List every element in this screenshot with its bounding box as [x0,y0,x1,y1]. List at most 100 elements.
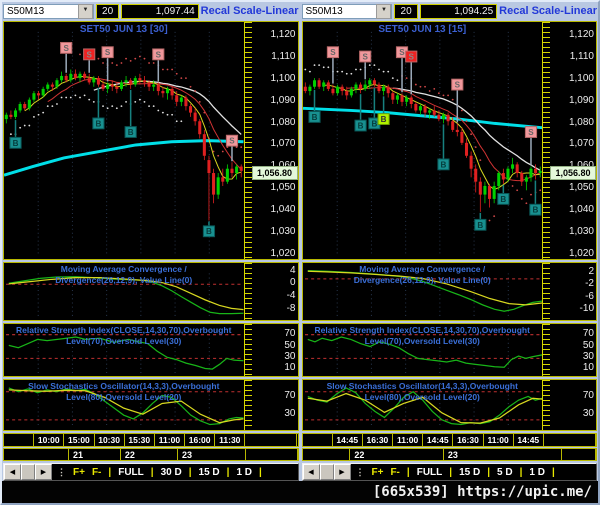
scroll-right-icon[interactable]: ▶ [333,464,351,480]
price-plot-area[interactable]: SET50 JUN 13 [15] SSSSSSBBBBBBBB [302,22,542,259]
date-axis-row: 21 22 23 [3,448,299,462]
rsi-panel: Relative Strength Index(CLOSE,14,30,70),… [301,323,597,378]
price-axis: 1,1201,1101,1001,0901,0801,0701,0601,050… [251,22,298,259]
chevron-down-icon[interactable]: ▼ [77,3,93,19]
scroll-left-icon[interactable]: ◀ [302,464,320,480]
price-tick-label: 1,040 [270,204,296,216]
panel-header: S50M13 ▼ 20 1,097.44 Recal Scale-Linear [3,3,299,20]
svg-text:B: B [440,160,446,169]
svg-text:S: S [399,48,405,57]
horizontal-scrollbar[interactable]: ◀ ▶ [302,464,351,480]
range-button-f+[interactable]: F+ [372,467,384,478]
time-cell [245,433,298,447]
price-chart: SET50 JUN 13 [30] SSSSSBBBB 1,120 1,110 1,… [3,20,299,261]
range-button-30d[interactable]: 30 D [161,467,182,478]
price-plot-area[interactable]: SET50 JUN 13 [30] SSSSSBBBB [4,22,244,259]
stochastics-axis: 70 30 [550,380,596,429]
menu-separator: | [519,466,523,478]
rsi-axis: 70 50 30 10 [252,324,298,376]
scrollbar-thumb[interactable] [319,464,334,480]
rsi-canvas [6,334,244,374]
scrollbar-thumb[interactable] [21,464,35,480]
range-button-1d[interactable]: 1 D [236,467,252,478]
price-tick-label: 1,080 [270,116,296,128]
time-cell [544,433,596,447]
range-button-f-[interactable]: F- [92,467,101,478]
price-tick-label: 1,090 [568,94,594,106]
grip-icon: ⋮ [57,466,66,477]
menu-separator: | [406,466,410,478]
stochastics-plot-area: Slow Stochastics Oscillator(14,3,3),Over… [4,380,244,429]
stochastics-canvas [304,387,542,427]
candlestick-canvas: S S S S S B B B B [4,31,244,257]
svg-text:S: S [105,48,111,57]
range-button-15d[interactable]: 15 D [199,467,220,478]
range-button-1d[interactable]: 1 D [529,467,545,478]
svg-text:S: S [229,136,235,145]
scroll-left-icon[interactable]: ◀ [4,464,21,480]
panel-header: S50M13 ▼ 20 1,094.25 Recal Scale-Linear [301,3,597,20]
time-cell: 14:45 [333,433,363,447]
sell-signal-marker: S [524,125,537,138]
scroll-right-icon[interactable]: ▶ [35,464,52,480]
sell-signal-marker: S [404,50,417,63]
svg-text:B: B [371,119,377,128]
macd-canvas [6,273,244,318]
date-cell [562,449,597,461]
watermark: [665x539] https://upic.me/ [372,484,592,500]
grip-icon: ⋮ [355,466,365,477]
stochastics-panel: Slow Stochastics Oscillator(14,3,3),Over… [301,379,597,431]
time-axis-row: 10:00 15:00 10:30 15:30 11:00 16:00 11:30 [3,432,299,448]
range-button-5d[interactable]: 5 D [497,467,513,478]
indicator-tick-label: -10 [579,302,594,314]
time-cell: 16:30 [363,433,394,447]
chart-workspace: S50M13 ▼ 20 1,097.44 Recal Scale-Linear … [0,0,600,505]
svg-text:B: B [357,121,363,130]
indicator-tick-label: 30 [582,351,594,363]
interval-input[interactable]: 20 [394,3,418,19]
recal-scale-link[interactable]: Recal Scale-Linear [201,5,299,17]
panel-toolbar: ◀ ▶ ⋮ F+ F- | FULL | 30 D | 15 D | 1 D | [3,463,299,481]
sell-signal-marker: S [60,41,73,54]
chart-panels: S50M13 ▼ 20 1,097.44 Recal Scale-Linear … [2,2,598,481]
horizontal-scrollbar[interactable]: ◀ ▶ [4,464,52,480]
range-button-full[interactable]: FULL [118,467,144,478]
menu-separator: | [449,466,453,478]
price-tick-label: 1,070 [270,138,296,150]
symbol-value: S50M13 [305,5,343,17]
svg-text:S: S [528,128,534,137]
date-cell [303,449,351,461]
rsi-canvas [304,334,542,374]
stochastics-ruler [243,380,252,430]
time-cell [303,433,333,447]
recal-scale-link[interactable]: Recal Scale-Linear [499,5,597,17]
chart-panel-15min: S50M13 ▼ 20 1,094.25 Recal Scale-Linear … [301,3,597,481]
svg-text:B: B [95,119,101,128]
bottom-strip: [665x539] https://upic.me/ [2,481,598,503]
price-chart: SET50 JUN 13 [15] SSSSSSBBBBBBBB 1,120 1,… [301,20,597,261]
indicator-tick-label: 70 [582,328,594,340]
rsi-ruler [542,324,550,377]
price-axis: 1,1201,1101,1001,0901,0801,0701,0601,050… [550,22,596,259]
time-cell: 11:00 [484,433,514,447]
svg-text:S: S [362,52,368,61]
candlestick-canvas: S S S SSSBB B BBBBB [302,31,542,257]
macd-plot-area: Moving Average Convergence / Divergence(… [4,263,244,320]
date-cell: 23 [178,449,246,461]
chevron-down-icon[interactable]: ▼ [376,3,392,19]
range-button-f-[interactable]: F- [390,467,399,478]
sell-signal-marker: S [326,46,339,58]
svg-text:S: S [87,50,93,59]
range-button-full[interactable]: FULL [417,467,443,478]
range-button-15d[interactable]: 15 D [459,467,480,478]
symbol-select[interactable]: S50M13 ▼ [3,3,94,19]
buy-signal-marker: B [9,136,22,149]
indicator-tick-label: -8 [286,302,296,314]
interval-input[interactable]: 20 [95,3,120,19]
price-tick-label: 1,100 [270,72,296,84]
indicator-tick-label: 4 [289,264,296,276]
sell-signal-marker: S [101,46,114,58]
symbol-select[interactable]: S50M13 ▼ [301,3,393,19]
range-button-f+[interactable]: F+ [73,467,85,478]
time-cell [4,433,35,447]
